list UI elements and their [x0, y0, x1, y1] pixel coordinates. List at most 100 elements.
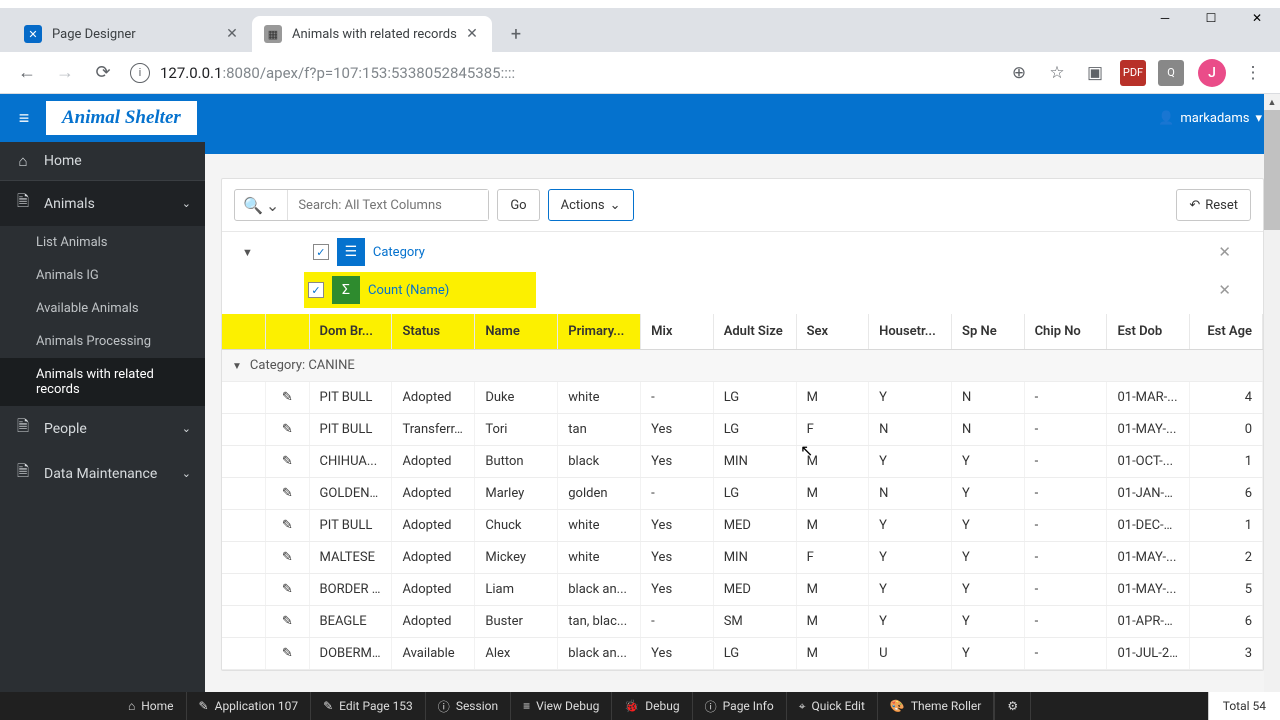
control-break-checkbox[interactable]: ✓: [313, 244, 329, 260]
cell-primary[interactable]: tan, blac...: [558, 606, 641, 638]
cell-primary[interactable]: white: [558, 542, 641, 574]
edit-row-icon[interactable]: ✎: [266, 606, 310, 638]
cell-breed[interactable]: BEAGLE: [309, 606, 392, 638]
edit-row-icon[interactable]: ✎: [266, 574, 310, 606]
cell-dob[interactable]: 01-MAY-...: [1107, 414, 1190, 446]
nav-animals-ig[interactable]: Animals IG: [0, 259, 205, 292]
row-select[interactable]: [222, 574, 266, 606]
cell-age[interactable]: 2: [1190, 542, 1263, 574]
dev-theme-roller[interactable]: 🎨Theme Roller: [878, 692, 994, 720]
dev-quick-edit[interactable]: ⌖Quick Edit: [787, 692, 878, 720]
cell-sex[interactable]: M: [796, 606, 869, 638]
cell-dob[interactable]: 01-JUL-2...: [1107, 638, 1190, 670]
cell-mix[interactable]: Yes: [641, 542, 714, 574]
dev-view-debug[interactable]: ≡View Debug: [511, 692, 612, 720]
cell-size[interactable]: LG: [713, 478, 796, 510]
col-adult-size[interactable]: Adult Size: [713, 314, 796, 350]
cell-primary[interactable]: tan: [558, 414, 641, 446]
cell-dob[interactable]: 01-OCT-...: [1107, 446, 1190, 478]
cell-primary[interactable]: golden: [558, 478, 641, 510]
cell-house[interactable]: Y: [869, 382, 952, 414]
col-sex[interactable]: Sex: [796, 314, 869, 350]
nav-toggle-icon[interactable]: ≡: [8, 102, 40, 134]
cell-age[interactable]: 1: [1190, 446, 1263, 478]
cell-name[interactable]: Marley: [475, 478, 558, 510]
row-select[interactable]: [222, 606, 266, 638]
cell-mix[interactable]: -: [641, 478, 714, 510]
cell-primary[interactable]: white: [558, 510, 641, 542]
cell-spne[interactable]: Y: [952, 478, 1025, 510]
dev-page-info[interactable]: ⓘPage Info: [693, 692, 787, 720]
browser-tab-page-designer[interactable]: ✕ Page Designer ✕: [12, 16, 252, 52]
cell-spne[interactable]: N: [952, 382, 1025, 414]
cell-sex[interactable]: M: [796, 446, 869, 478]
edit-row-icon[interactable]: ✎: [266, 382, 310, 414]
col-status[interactable]: Status: [392, 314, 475, 350]
collapse-icon[interactable]: ▼: [242, 246, 253, 259]
site-info-icon[interactable]: i: [130, 63, 150, 83]
cell-age[interactable]: 6: [1190, 606, 1263, 638]
col-mix[interactable]: Mix: [641, 314, 714, 350]
cell-size[interactable]: LG: [713, 638, 796, 670]
dev-settings[interactable]: ⚙: [994, 692, 1031, 720]
cell-chip[interactable]: -: [1024, 574, 1107, 606]
back-button[interactable]: ←: [10, 56, 44, 90]
cell-dob[interactable]: 01-APR-2...: [1107, 606, 1190, 638]
remove-icon[interactable]: ✕: [1218, 243, 1231, 261]
cell-breed[interactable]: PIT BULL: [309, 510, 392, 542]
row-select[interactable]: [222, 382, 266, 414]
cell-house[interactable]: Y: [869, 542, 952, 574]
cell-status[interactable]: Adopted: [392, 606, 475, 638]
window-close[interactable]: ✕: [1234, 0, 1280, 36]
cell-breed[interactable]: BORDER ...: [309, 574, 392, 606]
zoom-icon[interactable]: ⊕: [1002, 56, 1036, 90]
control-break-label[interactable]: Category: [373, 245, 1211, 260]
reset-button[interactable]: ↶Reset: [1176, 189, 1251, 221]
cell-house[interactable]: Y: [869, 606, 952, 638]
chrome-menu-icon[interactable]: ⋮: [1236, 56, 1270, 90]
edit-row-icon[interactable]: ✎: [266, 446, 310, 478]
cell-chip[interactable]: -: [1024, 414, 1107, 446]
cell-mix[interactable]: -: [641, 382, 714, 414]
cell-age[interactable]: 5: [1190, 574, 1263, 606]
cell-status[interactable]: Available: [392, 638, 475, 670]
cell-chip[interactable]: -: [1024, 638, 1107, 670]
col-breed[interactable]: Dom Br...: [309, 314, 392, 350]
cell-sex[interactable]: M: [796, 478, 869, 510]
pdf-extension-icon[interactable]: PDF: [1120, 60, 1146, 86]
cell-size[interactable]: SM: [713, 606, 796, 638]
cell-mix[interactable]: Yes: [641, 638, 714, 670]
nav-home[interactable]: ⌂ Home: [0, 142, 205, 181]
cell-dob[interactable]: 01-JAN-2...: [1107, 478, 1190, 510]
dev-session[interactable]: ⓘSession: [426, 692, 511, 720]
aggregate-label[interactable]: Count (Name): [368, 283, 528, 298]
row-select[interactable]: [222, 478, 266, 510]
cell-name[interactable]: Alex: [475, 638, 558, 670]
cell-chip[interactable]: -: [1024, 478, 1107, 510]
cell-status[interactable]: Adopted: [392, 446, 475, 478]
actions-button[interactable]: Actions⌄: [548, 189, 634, 221]
go-button[interactable]: Go: [497, 189, 539, 221]
cell-size[interactable]: MIN: [713, 446, 796, 478]
cell-name[interactable]: Liam: [475, 574, 558, 606]
cell-age[interactable]: 4: [1190, 382, 1263, 414]
row-select[interactable]: [222, 542, 266, 574]
cell-spne[interactable]: Y: [952, 542, 1025, 574]
edit-row-icon[interactable]: ✎: [266, 478, 310, 510]
cell-status[interactable]: Adopted: [392, 542, 475, 574]
edit-row-icon[interactable]: ✎: [266, 510, 310, 542]
cell-spne[interactable]: Y: [952, 446, 1025, 478]
cell-status[interactable]: Adopted: [392, 574, 475, 606]
url-field[interactable]: i 127.0.0.1:8080/apex/f?p=107:153:533805…: [130, 58, 992, 88]
profile-avatar[interactable]: J: [1198, 59, 1226, 87]
reload-button[interactable]: ⟳: [86, 56, 120, 90]
search-input[interactable]: [288, 190, 488, 220]
cell-primary[interactable]: black an...: [558, 638, 641, 670]
bookmark-star-icon[interactable]: ☆: [1040, 56, 1074, 90]
table-row[interactable]: ✎BORDER ...AdoptedLiamblack an...YesMEDM…: [222, 574, 1263, 606]
cell-primary[interactable]: black: [558, 446, 641, 478]
cell-age[interactable]: 3: [1190, 638, 1263, 670]
col-est-dob[interactable]: Est Dob: [1107, 314, 1190, 350]
cell-dob[interactable]: 01-MAY-...: [1107, 542, 1190, 574]
nav-animals-processing[interactable]: Animals Processing: [0, 325, 205, 358]
